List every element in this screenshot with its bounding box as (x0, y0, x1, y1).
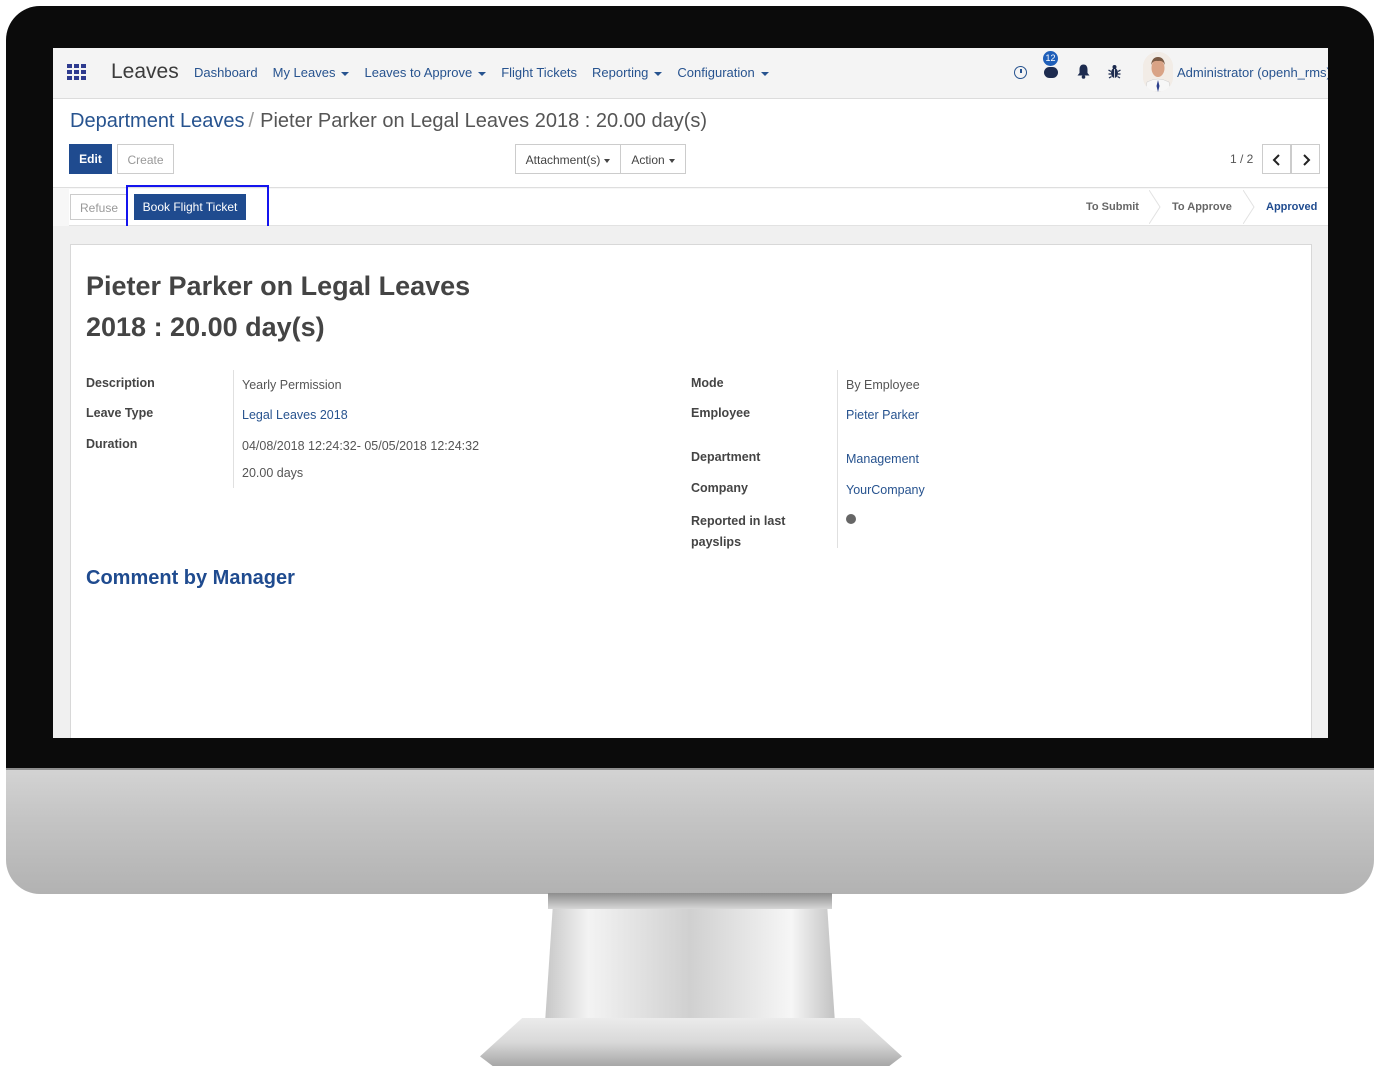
menu-label: Configuration (677, 65, 755, 80)
stage-arrow-separator (1149, 190, 1161, 224)
menu-label: Leaves to Approve (364, 65, 473, 80)
menu-label: My Leaves (272, 65, 336, 80)
chevron-right-icon (1302, 154, 1310, 166)
action-label: Action (631, 153, 665, 167)
company-link[interactable]: YourCompany (846, 483, 925, 497)
main-menu: Dashboard My Leaves Leaves to Approve Fl… (194, 65, 769, 80)
label-line: payslips (691, 535, 742, 549)
pager-next-button[interactable] (1291, 144, 1320, 174)
monitor-chin (6, 770, 1374, 894)
pager-value: 1 / 2 (1230, 152, 1254, 166)
menu-configuration[interactable]: Configuration (677, 65, 769, 80)
attachments-dropdown[interactable]: Attachment(s) (515, 144, 621, 174)
description-field[interactable]: Yearly Permission (242, 378, 342, 392)
menu-reporting[interactable]: Reporting (592, 65, 663, 80)
chat-icon[interactable] (1044, 67, 1058, 78)
field-divider (837, 370, 838, 548)
bell-icon[interactable] (1077, 64, 1090, 79)
screen: Leaves Dashboard My Leaves Leaves to App… (53, 48, 1328, 738)
caret-down-icon (760, 71, 769, 76)
refuse-button[interactable]: Refuse (70, 194, 128, 220)
record-title-line: 2018 : 20.00 day(s) (86, 312, 325, 342)
bug-icon[interactable] (1108, 64, 1121, 79)
description-label: Description (86, 376, 155, 390)
chat-count-badge: 12 (1043, 51, 1058, 66)
duration-label: Duration (86, 437, 138, 451)
caret-down-icon (341, 71, 350, 76)
stage-approved[interactable]: Approved (1266, 191, 1317, 223)
caret-down-icon (478, 71, 487, 76)
mode-field[interactable]: By Employee (846, 378, 920, 392)
action-dropdown[interactable]: Action (620, 144, 686, 174)
comment-section-title: Comment by Manager (86, 567, 295, 589)
attachments-label: Attachment(s) (525, 153, 601, 167)
apps-grid-icon[interactable] (67, 64, 87, 80)
caret-down-icon (668, 158, 675, 163)
clock-icon[interactable] (1014, 66, 1027, 79)
breadcrumb: Department Leaves / Pieter Parker on Legal… (70, 110, 707, 133)
company-label: Company (691, 481, 748, 495)
user-menu[interactable]: Administrator (openh_rms) (1177, 65, 1328, 80)
menu-dashboard[interactable]: Dashboard (194, 65, 258, 80)
monitor-stand-shadow (548, 893, 832, 909)
caret-down-icon (654, 71, 663, 76)
record-title: Pieter Parker on Legal Leaves 2018 : 20.… (86, 266, 506, 348)
employee-label: Employee (691, 406, 751, 420)
caret-down-icon (604, 158, 611, 163)
employee-link[interactable]: Pieter Parker (846, 408, 919, 422)
duration-range[interactable]: 04/08/2018 12:24:32- 05/05/2018 12:24:32 (242, 439, 479, 453)
app-name: Leaves (111, 60, 179, 83)
menu-my-leaves[interactable]: My Leaves (273, 65, 350, 80)
monitor-stand-neck (545, 893, 835, 1023)
stage-to-submit[interactable]: To Submit (1086, 191, 1139, 223)
reported-in-payslips-label: Reported in last payslips (691, 511, 785, 553)
create-button[interactable]: Create (117, 144, 174, 174)
breadcrumb-parent-link[interactable]: Department Leaves (70, 110, 245, 132)
stage-arrow-separator (1243, 190, 1255, 224)
leave-type-label: Leave Type (86, 406, 154, 420)
edit-button[interactable]: Edit (69, 144, 112, 174)
field-divider (233, 370, 234, 488)
top-navbar: Leaves Dashboard My Leaves Leaves to App… (53, 48, 1328, 99)
menu-flight-tickets[interactable]: Flight Tickets (501, 65, 577, 80)
pager-previous-button[interactable] (1262, 144, 1291, 174)
menu-label: Dashboard (194, 65, 258, 80)
menu-label: Reporting (592, 65, 649, 80)
label-line: Reported in last (691, 514, 786, 528)
duration-days[interactable]: 20.00 days (242, 466, 303, 480)
menu-leaves-to-approve[interactable]: Leaves to Approve (364, 65, 487, 80)
user-avatar[interactable] (1143, 52, 1173, 92)
breadcrumb-separator: / (248, 110, 255, 132)
stage-to-approve[interactable]: To Approve (1172, 191, 1232, 223)
payslips-status-dot[interactable] (846, 514, 856, 524)
leave-type-link[interactable]: Legal Leaves 2018 (242, 408, 348, 422)
monitor-stand-foot (480, 1018, 902, 1066)
mode-label: Mode (691, 376, 724, 390)
breadcrumb-current: Pieter Parker on Legal Leaves 2018 : 20.… (260, 110, 708, 132)
department-link[interactable]: Management (846, 452, 919, 466)
record-title-line: Pieter Parker on Legal Leaves (86, 271, 471, 301)
department-label: Department (691, 450, 761, 464)
menu-label: Flight Tickets (501, 65, 578, 80)
chevron-left-icon (1272, 154, 1280, 166)
